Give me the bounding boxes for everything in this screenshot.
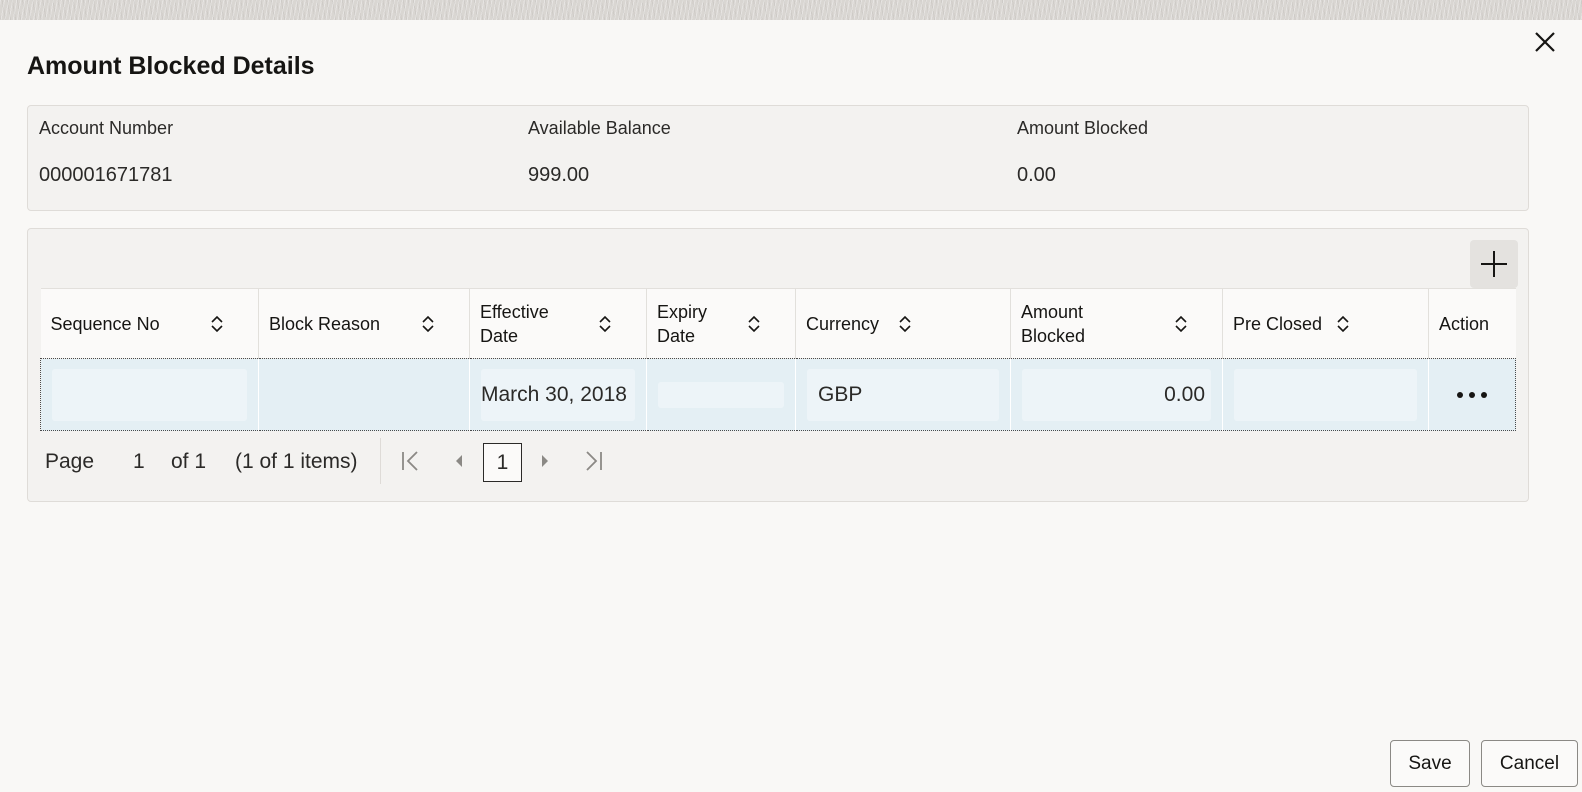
cell-pre-closed[interactable] [1222, 358, 1429, 431]
save-button[interactable]: Save [1390, 740, 1470, 787]
sort-icon[interactable] [745, 315, 763, 333]
cancel-button[interactable]: Cancel [1481, 740, 1578, 787]
dialog-title: Amount Blocked Details [27, 52, 315, 80]
column-label: Action [1439, 313, 1490, 334]
background-texture [0, 0, 1582, 20]
account-summary-panel: Account Number 000001671781 Available Ba… [27, 105, 1529, 211]
sort-icon[interactable] [896, 315, 914, 333]
column-label: Expiry Date [657, 301, 708, 346]
column-label: Pre Closed [1233, 313, 1323, 334]
sort-icon[interactable] [596, 315, 614, 333]
add-row-button[interactable] [1470, 240, 1518, 288]
currency-value: GBP [807, 368, 999, 421]
account-number-label: Account Number [39, 118, 174, 138]
amount-blocked-label: Amount Blocked [1017, 118, 1149, 138]
blocked-amounts-grid-panel: Sequence No Block Reason Effective Date … [27, 228, 1529, 502]
column-header-pre-closed[interactable]: Pre Closed [1222, 288, 1429, 359]
sort-icon[interactable] [419, 315, 437, 333]
column-header-sequence-no[interactable]: Sequence No [40, 288, 259, 359]
column-label: Currency [806, 313, 880, 334]
previous-page-icon[interactable] [446, 448, 472, 474]
pagination-bar: Page 1 of 1 (1 of 1 items) 1 [40, 436, 740, 486]
sort-icon[interactable] [208, 315, 226, 333]
plus-icon [1481, 251, 1507, 277]
column-label: Block Reason [269, 313, 381, 334]
table-row[interactable]: March 30, 2018 GBP 0.00 [40, 358, 1516, 431]
amount-blocked-cell-value: 0.00 [1022, 368, 1211, 421]
last-page-icon[interactable] [580, 448, 606, 474]
column-label: Amount Blocked [1021, 301, 1086, 346]
cell-sequence-no[interactable] [40, 358, 259, 431]
column-label: Effective Date [480, 301, 549, 346]
pager-page-label: Page [45, 450, 95, 473]
column-header-expiry-date[interactable]: Expiry Date [646, 288, 796, 359]
column-header-block-reason[interactable]: Block Reason [258, 288, 470, 359]
effective-date-value: March 30, 2018 [481, 368, 635, 421]
sequence-no-value [52, 368, 247, 421]
next-page-icon[interactable] [532, 448, 558, 474]
amount-blocked-value: 0.00 [1017, 164, 1056, 186]
sort-icon[interactable] [1172, 315, 1190, 333]
first-page-icon[interactable] [398, 448, 424, 474]
cell-action[interactable] [1428, 358, 1516, 431]
blocked-amounts-table: Sequence No Block Reason Effective Date … [40, 288, 1516, 431]
account-number-value: 000001671781 [39, 164, 173, 186]
column-header-currency[interactable]: Currency [795, 288, 1011, 359]
pager-divider [380, 438, 381, 484]
table-header-row: Sequence No Block Reason Effective Date … [40, 288, 1516, 359]
available-balance-value: 999.00 [528, 164, 590, 186]
column-label: Sequence No [50, 313, 160, 334]
more-horizontal-icon [1457, 391, 1487, 398]
row-actions-button[interactable] [1440, 369, 1504, 421]
close-button[interactable] [1533, 30, 1559, 56]
cell-effective-date[interactable]: March 30, 2018 [469, 358, 647, 431]
cell-block-reason[interactable] [258, 358, 470, 431]
column-header-action: Action [1428, 288, 1516, 359]
pre-closed-value [1234, 368, 1417, 421]
pager-items-count: (1 of 1 items) [235, 450, 358, 473]
cell-expiry-date[interactable] [646, 358, 796, 431]
cell-amount-blocked[interactable]: 0.00 [1010, 358, 1223, 431]
page-number-1[interactable]: 1 [483, 443, 522, 482]
close-icon [1535, 32, 1555, 52]
cell-currency[interactable]: GBP [795, 358, 1011, 431]
pager-page-input[interactable]: 1 [133, 450, 145, 474]
column-header-effective-date[interactable]: Effective Date [469, 288, 647, 359]
sort-icon[interactable] [1334, 315, 1352, 333]
expiry-date-value [658, 381, 784, 408]
pager-total-pages: of 1 [171, 450, 207, 473]
column-header-amount-blocked[interactable]: Amount Blocked [1010, 288, 1223, 359]
available-balance-label: Available Balance [528, 118, 671, 138]
